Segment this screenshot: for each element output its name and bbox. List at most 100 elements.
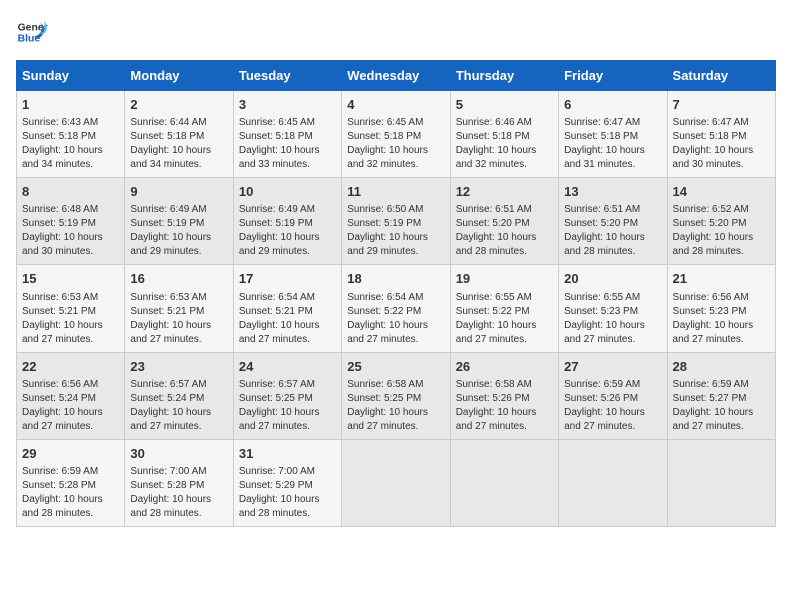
day-number: 3 (239, 96, 336, 114)
day-info: Sunrise: 7:00 AM Sunset: 5:29 PM Dayligh… (239, 465, 336, 521)
calendar-cell: 1 Sunrise: 6:43 AM Sunset: 5:18 PM Daylig… (17, 91, 125, 178)
day-number: 7 (673, 96, 770, 114)
day-info: Sunrise: 7:00 AM Sunset: 5:28 PM Dayligh… (130, 465, 227, 521)
calendar-cell: 26 Sunrise: 6:58 AM Sunset: 5:26 PM Dayli… (450, 352, 558, 439)
day-number: 28 (673, 358, 770, 376)
calendar-cell (667, 439, 775, 526)
day-info: Sunrise: 6:55 AM Sunset: 5:23 PM Dayligh… (564, 291, 661, 347)
svg-text:Blue: Blue (18, 34, 41, 45)
calendar-cell: 5 Sunrise: 6:46 AM Sunset: 5:18 PM Daylig… (450, 91, 558, 178)
weekday-header-row: SundayMondayTuesdayWednesdayThursdayFrid… (17, 61, 776, 91)
day-info: Sunrise: 6:55 AM Sunset: 5:22 PM Dayligh… (456, 291, 553, 347)
day-number: 23 (130, 358, 227, 376)
day-number: 22 (22, 358, 119, 376)
day-number: 25 (347, 358, 444, 376)
calendar-cell: 20Sunrise: 6:55 AM Sunset: 5:23 PM Dayli… (559, 265, 667, 352)
weekday-header-wednesday: Wednesday (342, 61, 450, 91)
calendar-week-row: 15Sunrise: 6:53 AM Sunset: 5:21 PM Dayli… (17, 265, 776, 352)
day-info: Sunrise: 6:51 AM Sunset: 5:20 PM Dayligh… (564, 203, 661, 259)
day-info: Sunrise: 6:45 AM Sunset: 5:18 PM Dayligh… (347, 116, 444, 172)
calendar-cell: 28 Sunrise: 6:59 AM Sunset: 5:27 PM Dayli… (667, 352, 775, 439)
calendar-cell: 4 Sunrise: 6:45 AM Sunset: 5:18 PM Daylig… (342, 91, 450, 178)
day-info: Sunrise: 6:44 AM Sunset: 5:18 PM Dayligh… (130, 116, 227, 172)
day-info: Sunrise: 6:51 AM Sunset: 5:20 PM Dayligh… (456, 203, 553, 259)
calendar-cell: 3 Sunrise: 6:45 AM Sunset: 5:18 PM Daylig… (233, 91, 341, 178)
day-info: Sunrise: 6:43 AM Sunset: 5:18 PM Dayligh… (22, 116, 119, 172)
calendar-cell (559, 439, 667, 526)
day-info: Sunrise: 6:59 AM Sunset: 5:28 PM Dayligh… (22, 465, 119, 521)
weekday-header-tuesday: Tuesday (233, 61, 341, 91)
day-number: 31 (239, 445, 336, 463)
day-info: Sunrise: 6:49 AM Sunset: 5:19 PM Dayligh… (130, 203, 227, 259)
day-number: 24 (239, 358, 336, 376)
page-header: General Blue (16, 16, 776, 48)
calendar-cell: 18 Sunrise: 6:54 AM Sunset: 5:22 PM Dayli… (342, 265, 450, 352)
day-number: 17 (239, 270, 336, 288)
calendar-week-row: 8 Sunrise: 6:48 AM Sunset: 5:19 PM Daylig… (17, 178, 776, 265)
day-number: 26 (456, 358, 553, 376)
day-info: Sunrise: 6:56 AM Sunset: 5:24 PM Dayligh… (22, 378, 119, 434)
weekday-header-sunday: Sunday (17, 61, 125, 91)
calendar-cell: 29 Sunrise: 6:59 AM Sunset: 5:28 PM Dayli… (17, 439, 125, 526)
day-number: 18 (347, 270, 444, 288)
logo-icon: General Blue (16, 16, 48, 48)
day-number: 29 (22, 445, 119, 463)
logo: General Blue (16, 16, 48, 48)
calendar-cell: 23 Sunrise: 6:57 AM Sunset: 5:24 PM Dayli… (125, 352, 233, 439)
day-info: Sunrise: 6:47 AM Sunset: 5:18 PM Dayligh… (673, 116, 770, 172)
calendar-cell: 13 Sunrise: 6:51 AM Sunset: 5:20 PM Dayli… (559, 178, 667, 265)
calendar-cell (450, 439, 558, 526)
day-info: Sunrise: 6:57 AM Sunset: 5:24 PM Dayligh… (130, 378, 227, 434)
day-info: Sunrise: 6:53 AM Sunset: 5:21 PM Dayligh… (22, 291, 119, 347)
calendar-cell: 31 Sunrise: 7:00 AM Sunset: 5:29 PM Dayli… (233, 439, 341, 526)
day-info: Sunrise: 6:59 AM Sunset: 5:27 PM Dayligh… (673, 378, 770, 434)
calendar-cell: 21 Sunrise: 6:56 AM Sunset: 5:23 PM Dayli… (667, 265, 775, 352)
calendar-cell: 14 Sunrise: 6:52 AM Sunset: 5:20 PM Dayli… (667, 178, 775, 265)
day-number: 4 (347, 96, 444, 114)
day-number: 19 (456, 270, 553, 288)
calendar-week-row: 22 Sunrise: 6:56 AM Sunset: 5:24 PM Dayli… (17, 352, 776, 439)
calendar-cell: 22 Sunrise: 6:56 AM Sunset: 5:24 PM Dayli… (17, 352, 125, 439)
calendar-cell: 2 Sunrise: 6:44 AM Sunset: 5:18 PM Daylig… (125, 91, 233, 178)
day-number: 5 (456, 96, 553, 114)
day-number: 14 (673, 183, 770, 201)
day-number: 13 (564, 183, 661, 201)
calendar-cell: 30 Sunrise: 7:00 AM Sunset: 5:28 PM Dayli… (125, 439, 233, 526)
day-number: 9 (130, 183, 227, 201)
calendar-cell: 17 Sunrise: 6:54 AM Sunset: 5:21 PM Dayli… (233, 265, 341, 352)
calendar-week-row: 1 Sunrise: 6:43 AM Sunset: 5:18 PM Daylig… (17, 91, 776, 178)
weekday-header-thursday: Thursday (450, 61, 558, 91)
day-info: Sunrise: 6:50 AM Sunset: 5:19 PM Dayligh… (347, 203, 444, 259)
day-number: 10 (239, 183, 336, 201)
day-number: 2 (130, 96, 227, 114)
day-info: Sunrise: 6:47 AM Sunset: 5:18 PM Dayligh… (564, 116, 661, 172)
weekday-header-monday: Monday (125, 61, 233, 91)
day-number: 11 (347, 183, 444, 201)
day-number: 21 (673, 270, 770, 288)
calendar-cell: 8 Sunrise: 6:48 AM Sunset: 5:19 PM Daylig… (17, 178, 125, 265)
day-number: 16 (130, 270, 227, 288)
calendar-cell: 27Sunrise: 6:59 AM Sunset: 5:26 PM Dayli… (559, 352, 667, 439)
day-info: Sunrise: 6:54 AM Sunset: 5:21 PM Dayligh… (239, 291, 336, 347)
day-number: 30 (130, 445, 227, 463)
calendar-cell: 6 Sunrise: 6:47 AM Sunset: 5:18 PM Daylig… (559, 91, 667, 178)
day-number: 1 (22, 96, 119, 114)
calendar-cell: 19 Sunrise: 6:55 AM Sunset: 5:22 PM Dayli… (450, 265, 558, 352)
day-info: Sunrise: 6:56 AM Sunset: 5:23 PM Dayligh… (673, 291, 770, 347)
day-number: 12 (456, 183, 553, 201)
day-info: Sunrise: 6:54 AM Sunset: 5:22 PM Dayligh… (347, 291, 444, 347)
calendar-cell: 10 Sunrise: 6:49 AM Sunset: 5:19 PM Dayli… (233, 178, 341, 265)
day-info: Sunrise: 6:46 AM Sunset: 5:18 PM Dayligh… (456, 116, 553, 172)
calendar-cell: 25Sunrise: 6:58 AM Sunset: 5:25 PM Dayli… (342, 352, 450, 439)
day-info: Sunrise: 6:45 AM Sunset: 5:18 PM Dayligh… (239, 116, 336, 172)
day-info: Sunrise: 6:48 AM Sunset: 5:19 PM Dayligh… (22, 203, 119, 259)
weekday-header-friday: Friday (559, 61, 667, 91)
day-info: Sunrise: 6:52 AM Sunset: 5:20 PM Dayligh… (673, 203, 770, 259)
day-info: Sunrise: 6:58 AM Sunset: 5:26 PM Dayligh… (456, 378, 553, 434)
calendar-cell: 12 Sunrise: 6:51 AM Sunset: 5:20 PM Dayli… (450, 178, 558, 265)
day-number: 8 (22, 183, 119, 201)
calendar-week-row: 29 Sunrise: 6:59 AM Sunset: 5:28 PM Dayli… (17, 439, 776, 526)
day-info: Sunrise: 6:49 AM Sunset: 5:19 PM Dayligh… (239, 203, 336, 259)
day-number: 6 (564, 96, 661, 114)
calendar-cell (342, 439, 450, 526)
